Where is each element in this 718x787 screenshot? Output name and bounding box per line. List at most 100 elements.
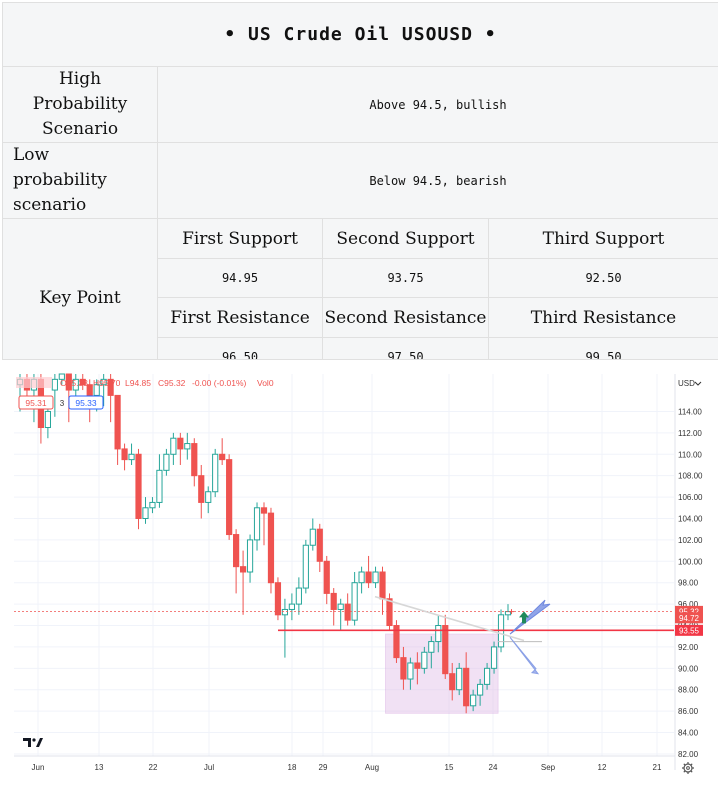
candle-body xyxy=(234,535,239,567)
y-tick-label: 90.00 xyxy=(678,664,699,673)
y-tick-label: 84.00 xyxy=(678,729,699,738)
third-support-label: Third Support xyxy=(489,219,718,259)
candle-body xyxy=(150,502,155,507)
first-resistance-label: First Resistance xyxy=(158,298,323,338)
candle-body xyxy=(380,572,385,599)
candle-body xyxy=(52,379,57,390)
candle-body xyxy=(129,454,134,459)
second-support-value: 93.75 xyxy=(323,259,489,298)
third-support-value: 92.50 xyxy=(489,259,718,298)
candle-body xyxy=(206,492,211,503)
spread-value: 3 xyxy=(60,399,65,408)
candle-body xyxy=(254,508,259,540)
ohlc-high: H95.70 xyxy=(93,378,121,388)
candle-body xyxy=(373,572,378,583)
first-support-value: 94.95 xyxy=(158,259,323,298)
candle xyxy=(136,449,141,529)
key-point-label: Key Point xyxy=(3,219,158,377)
candle-body xyxy=(115,395,120,449)
y-tick-label: 86.00 xyxy=(678,707,699,716)
candle-body xyxy=(87,385,92,396)
candle-body xyxy=(478,684,483,695)
y-tick-label: 100.00 xyxy=(678,557,703,566)
second-support-label: Second Support xyxy=(323,219,489,259)
candle-body xyxy=(136,454,141,518)
price-chart[interactable]: 114.00112.00110.00108.00106.00104.00102.… xyxy=(2,359,718,783)
candle-body xyxy=(429,642,434,653)
candle-body xyxy=(443,626,448,674)
page-title: • US Crude Oil USOUSD • xyxy=(3,3,718,67)
y-tick-label: 108.00 xyxy=(678,472,703,481)
candle xyxy=(303,540,308,594)
price-tag-label: 93.55 xyxy=(679,626,700,635)
first-support-label: First Support xyxy=(158,219,323,259)
candle xyxy=(394,620,399,663)
y-tick-label: 82.00 xyxy=(678,750,699,759)
high-scenario-label: High Probability Scenario xyxy=(3,67,158,143)
y-tick-label: 104.00 xyxy=(678,514,703,523)
candle-body xyxy=(324,561,329,593)
candle-body xyxy=(220,454,225,459)
volume: Vol0 xyxy=(257,378,274,388)
ohlc-open: O95.33 xyxy=(60,378,88,388)
gear-icon[interactable] xyxy=(682,762,694,774)
candle xyxy=(213,449,218,497)
candle-body xyxy=(164,454,169,470)
candle-body xyxy=(192,444,197,476)
x-tick-label: Jun xyxy=(32,763,45,772)
bid-price: 95.31 xyxy=(25,398,47,408)
candle-body xyxy=(157,470,162,502)
candle-body xyxy=(289,604,294,609)
candle-body xyxy=(45,411,50,427)
x-tick-label: Aug xyxy=(365,763,379,772)
x-tick-label: 29 xyxy=(319,763,328,772)
x-tick-label: Sep xyxy=(541,763,556,772)
y-tick-label: 110.00 xyxy=(678,450,702,459)
candle-body xyxy=(185,444,190,449)
candle-body xyxy=(422,652,427,668)
candle-body xyxy=(408,663,413,679)
candle-body xyxy=(317,529,322,561)
high-scenario-value: Above 94.5, bullish xyxy=(158,67,718,143)
candle-body xyxy=(171,438,176,454)
candle-body xyxy=(122,449,127,460)
candle-body xyxy=(310,529,315,545)
low-scenario-label: Low probability scenario xyxy=(3,143,158,219)
y-tick-label: 114.00 xyxy=(678,407,702,416)
y-tick-label: 92.00 xyxy=(678,643,699,652)
candle-body xyxy=(199,476,204,503)
candle-body xyxy=(261,508,266,513)
candle-body xyxy=(366,572,371,583)
candle-body xyxy=(338,604,343,609)
candle-body xyxy=(345,604,350,620)
chevron-down-icon[interactable] xyxy=(695,382,701,385)
candle-body xyxy=(227,460,232,535)
analysis-table: • US Crude Oil USOUSD • High Probability… xyxy=(2,2,718,377)
y-tick-label: 112.00 xyxy=(678,429,702,438)
candle-body xyxy=(275,583,280,615)
price-tag: 94.72 xyxy=(675,612,703,623)
candle-body xyxy=(491,647,496,668)
price-tag-label: 94.72 xyxy=(679,614,700,623)
candle-body xyxy=(247,540,252,572)
candle-body xyxy=(464,668,469,705)
x-tick-label: 13 xyxy=(95,763,104,772)
currency-label[interactable]: USD xyxy=(678,379,695,388)
y-tick-label: 88.00 xyxy=(678,686,699,695)
x-tick-label: 24 xyxy=(489,763,498,772)
candle-body xyxy=(268,513,273,583)
candle-body xyxy=(415,663,420,668)
y-tick-label: 106.00 xyxy=(678,493,703,502)
candle-body xyxy=(296,588,301,604)
x-tick-label: 22 xyxy=(149,763,158,772)
x-tick-label: 15 xyxy=(445,763,454,772)
candle xyxy=(275,577,280,620)
second-resistance-label: Second Resistance xyxy=(323,298,489,338)
x-tick-label: 12 xyxy=(598,763,607,772)
candle-body xyxy=(359,572,364,583)
x-tick-label: Jul xyxy=(204,763,214,772)
candlestick-chart[interactable]: 114.00112.00110.00108.00106.00104.00102.… xyxy=(2,360,718,783)
x-tick-label: 21 xyxy=(653,763,662,772)
ohlc-low: L94.85 xyxy=(125,378,151,388)
candle xyxy=(227,454,232,540)
